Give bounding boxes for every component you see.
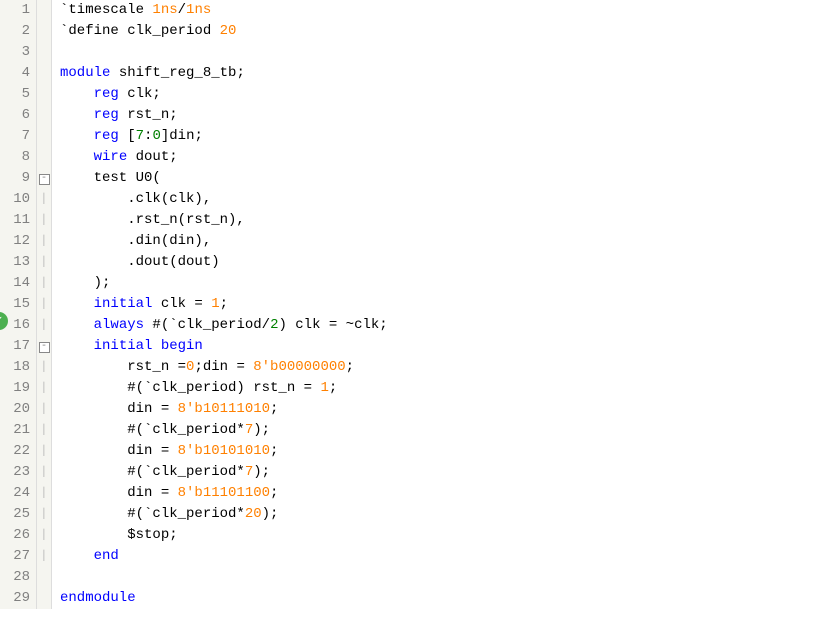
line-number: 9	[0, 168, 30, 189]
line-number: 20	[0, 399, 30, 420]
code-editor: 1 2 3 4 5 6 7 8 9 10 11 12 13 14 15 16 1…	[0, 0, 816, 609]
code-line[interactable]: endmodule	[60, 588, 388, 609]
code-line[interactable]: module shift_reg_8_tb;	[60, 63, 388, 84]
line-number: 17	[0, 336, 30, 357]
line-number: 24	[0, 483, 30, 504]
code-line[interactable]: reg rst_n;	[60, 105, 388, 126]
code-line[interactable]	[60, 567, 388, 588]
line-number: 15	[0, 294, 30, 315]
line-number: 23	[0, 462, 30, 483]
code-line[interactable]: test U0(	[60, 168, 388, 189]
code-line[interactable]	[60, 42, 388, 63]
code-line[interactable]: reg clk;	[60, 84, 388, 105]
line-number: 6	[0, 105, 30, 126]
code-line[interactable]: #(`clk_period) rst_n = 1;	[60, 378, 388, 399]
code-line[interactable]: end	[60, 546, 388, 567]
line-number: 13	[0, 252, 30, 273]
line-number: 25	[0, 504, 30, 525]
code-line[interactable]: #(`clk_period*20);	[60, 504, 388, 525]
line-number: 22	[0, 441, 30, 462]
line-number-gutter: 1 2 3 4 5 6 7 8 9 10 11 12 13 14 15 16 1…	[0, 0, 37, 609]
fold-column: - │ │ │ │ │ │ │ - │ │ │ │ │ │ │ │ │ │	[37, 0, 52, 609]
line-number: 19	[0, 378, 30, 399]
line-number: 26	[0, 525, 30, 546]
line-number: 10	[0, 189, 30, 210]
code-line[interactable]: din = 8'b10111010;	[60, 399, 388, 420]
code-line[interactable]: initial begin	[60, 336, 388, 357]
line-number: 28	[0, 567, 30, 588]
code-line[interactable]: .rst_n(rst_n),	[60, 210, 388, 231]
code-line[interactable]: .clk(clk),	[60, 189, 388, 210]
line-number: 8	[0, 147, 30, 168]
line-number: 2	[0, 21, 30, 42]
line-number: 11	[0, 210, 30, 231]
code-line[interactable]: `timescale 1ns/1ns	[60, 0, 388, 21]
line-number: 7	[0, 126, 30, 147]
line-number: 12	[0, 231, 30, 252]
fold-guide: │	[37, 189, 51, 210]
code-area[interactable]: `timescale 1ns/1ns`define clk_period 20 m…	[52, 0, 388, 609]
line-number: 4	[0, 63, 30, 84]
fold-toggle-icon[interactable]: -	[39, 342, 50, 353]
line-number: 29	[0, 588, 30, 609]
code-line[interactable]: .din(din),	[60, 231, 388, 252]
line-number: 18	[0, 357, 30, 378]
code-line[interactable]: reg [7:0]din;	[60, 126, 388, 147]
code-line[interactable]: din = 8'b11101100;	[60, 483, 388, 504]
code-line[interactable]: always #(`clk_period/2) clk = ~clk;	[60, 315, 388, 336]
line-number: 21	[0, 420, 30, 441]
line-number: 14	[0, 273, 30, 294]
code-line[interactable]: $stop;	[60, 525, 388, 546]
fold-toggle-icon[interactable]: -	[39, 174, 50, 185]
code-line[interactable]: #(`clk_period*7);	[60, 420, 388, 441]
code-line[interactable]: .dout(dout)	[60, 252, 388, 273]
code-line[interactable]: `define clk_period 20	[60, 21, 388, 42]
line-number: 27	[0, 546, 30, 567]
code-line[interactable]: wire dout;	[60, 147, 388, 168]
code-line[interactable]: din = 8'b10101010;	[60, 441, 388, 462]
line-number: 5	[0, 84, 30, 105]
code-line[interactable]: );	[60, 273, 388, 294]
code-line[interactable]: initial clk = 1;	[60, 294, 388, 315]
line-number: 1	[0, 0, 30, 21]
code-line[interactable]: #(`clk_period*7);	[60, 462, 388, 483]
code-line[interactable]: rst_n =0;din = 8'b00000000;	[60, 357, 388, 378]
line-number: 3	[0, 42, 30, 63]
